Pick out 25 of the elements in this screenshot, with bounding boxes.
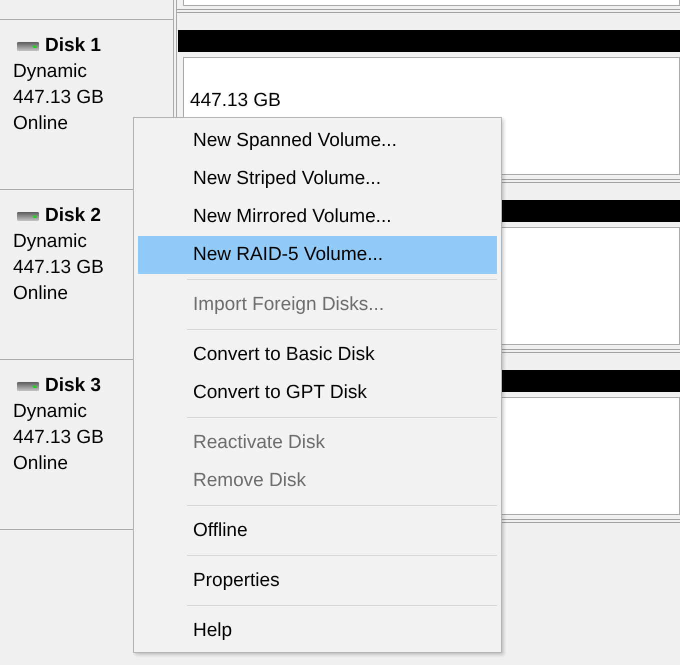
menu-item[interactable]: New RAID-5 Volume... xyxy=(138,236,497,274)
menu-item[interactable]: Properties xyxy=(138,562,497,600)
disk-type: Dynamic xyxy=(13,230,88,254)
disk-status: Online xyxy=(13,112,69,136)
menu-item[interactable]: New Spanned Volume... xyxy=(138,122,497,160)
menu-item[interactable]: Offline xyxy=(138,512,497,550)
menu-item[interactable]: Convert to Basic Disk xyxy=(138,336,497,374)
disk-drive-icon xyxy=(17,212,39,220)
disk-capacity: 447.13 GB xyxy=(13,256,105,280)
disk-type: Dynamic xyxy=(13,400,88,424)
menu-item[interactable]: New Mirrored Volume... xyxy=(138,198,497,236)
menu-item[interactable]: Convert to GPT Disk xyxy=(138,374,497,412)
disk-drive-icon xyxy=(17,42,39,50)
disk-capacity: 447.13 GB xyxy=(13,86,105,110)
disk-status: Online xyxy=(13,452,69,476)
disk-capacity: 447.13 GB xyxy=(13,426,105,450)
disk-name: Disk 3 xyxy=(45,374,101,398)
menu-item[interactable]: New Striped Volume... xyxy=(138,160,497,198)
disk-drive-icon xyxy=(17,382,39,390)
disk-type: Dynamic xyxy=(13,60,88,84)
disk-name: Disk 1 xyxy=(45,34,101,58)
disk-name: Disk 2 xyxy=(45,204,101,228)
volume-size: 447.13 GB xyxy=(190,89,281,113)
menu-item[interactable]: Help xyxy=(138,612,497,650)
disk-status: Online xyxy=(13,282,69,306)
